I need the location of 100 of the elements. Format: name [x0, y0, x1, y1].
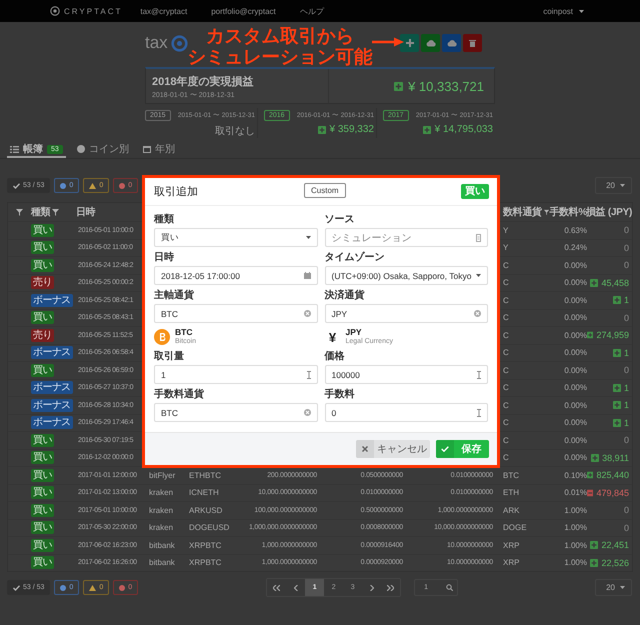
- type-badge: 買い: [31, 504, 54, 517]
- clear-icon[interactable]: [304, 310, 310, 317]
- cloud-icon: [446, 39, 456, 47]
- profit-amount: ¥ 359,332: [330, 124, 374, 135]
- table-cell: 0.00%: [564, 278, 587, 288]
- plus-icon: [612, 348, 621, 357]
- page-size-select[interactable]: 20: [595, 177, 632, 194]
- table-cell: 1.00%: [564, 540, 587, 550]
- field-label: 決済通貨: [324, 290, 366, 302]
- text-cursor-icon: [306, 370, 310, 378]
- trash-icon: [469, 39, 476, 47]
- field-label: 日時: [154, 252, 175, 264]
- error-icon: [119, 182, 126, 188]
- table-cell: BTC: [503, 470, 519, 480]
- input-field[interactable]: 買い: [154, 228, 318, 247]
- column-header: 数料通貨: [503, 206, 542, 219]
- field-label: 手数料通貨: [154, 389, 205, 401]
- annotation-text: シミュレーション可能: [188, 46, 372, 67]
- profit-amount: ¥ 10,333,721: [408, 78, 484, 94]
- mode-button[interactable]: Custom: [304, 183, 346, 198]
- filter-icon[interactable]: [16, 208, 23, 216]
- plus-icon: [590, 278, 598, 287]
- profit-amount: 取引なし: [215, 125, 255, 138]
- table-cell: 0.01%: [564, 488, 587, 498]
- table-cell: C: [503, 278, 509, 288]
- table-cell: DOGEUSD: [189, 523, 230, 532]
- cancel-button[interactable]: キャンセル: [356, 440, 430, 458]
- filter-icon[interactable]: [52, 208, 60, 216]
- table-cell: 0: [624, 435, 629, 446]
- plus-icon: [612, 401, 621, 410]
- input-field[interactable]: 1: [154, 365, 318, 384]
- table-cell: C: [503, 296, 509, 305]
- calendar-icon: [304, 272, 310, 279]
- table-cell: 0.00%: [564, 400, 587, 410]
- nav-link[interactable]: tax@cryptact: [140, 6, 188, 16]
- table-cell: 1: [624, 348, 629, 358]
- table-cell: 22,526: [601, 558, 629, 568]
- plus-icon: [591, 454, 600, 462]
- input-field[interactable]: BTC: [154, 304, 318, 323]
- type-badge: 買い: [31, 364, 54, 377]
- search-icon[interactable]: [446, 584, 454, 591]
- table-cell: 1: [624, 400, 629, 410]
- type-badge: ボーナス: [31, 346, 73, 360]
- dialog-title: 取引追加: [154, 185, 198, 199]
- warning-icon: [89, 182, 96, 188]
- column-header: 損益 (JPY): [586, 206, 632, 219]
- table-cell: Y: [503, 243, 508, 252]
- input-field[interactable]: BTC: [154, 403, 318, 422]
- cloud-icon: [426, 39, 436, 47]
- check-icon: [13, 182, 20, 188]
- table-cell: 0: [624, 505, 629, 516]
- chevron-icon: [370, 584, 374, 590]
- table-cell: kraken: [149, 506, 174, 515]
- field-label: 種類: [154, 214, 175, 226]
- plus-icon: [590, 541, 598, 550]
- nav-link[interactable]: ヘルプ: [300, 6, 324, 16]
- input-field[interactable]: シミュレーション: [324, 228, 488, 247]
- table-cell: 1.00%: [564, 523, 587, 532]
- filter-icon[interactable]: [544, 208, 549, 216]
- table-cell: 0.00%: [564, 366, 587, 375]
- table-cell: DOGE: [503, 523, 527, 532]
- table-cell: C: [503, 313, 509, 322]
- type-badge: 買い: [31, 468, 54, 482]
- info-icon: [60, 584, 66, 590]
- input-field[interactable]: (UTC+09:00) Osaka, Sapporo, Tokyo: [324, 266, 488, 285]
- download-button[interactable]: [421, 34, 440, 52]
- type-badge: 買い: [31, 311, 54, 324]
- table-cell: 0.00%: [564, 418, 587, 428]
- profit-amount: ¥ 14,795,033: [434, 124, 493, 135]
- plus-icon: [406, 39, 414, 47]
- table-cell: 38,911: [602, 452, 629, 463]
- logo-text: tax: [145, 33, 168, 53]
- upload-button[interactable]: [442, 34, 461, 52]
- table-cell: ICNETH: [189, 488, 219, 498]
- delete-button[interactable]: [463, 34, 482, 52]
- table-cell: XRP: [503, 558, 520, 568]
- input-field[interactable]: JPY: [324, 304, 488, 323]
- coin-icon: [76, 145, 85, 153]
- table-cell: XRPBTC: [189, 540, 222, 550]
- clear-icon[interactable]: [474, 310, 481, 317]
- currency-code: BTC: [175, 328, 194, 337]
- user-menu[interactable]: coinpost: [543, 6, 584, 16]
- table-cell: 1: [624, 418, 629, 428]
- nav-link[interactable]: portfolio@cryptact: [211, 6, 276, 16]
- add-button[interactable]: [400, 34, 419, 52]
- type-badge: 買い: [31, 224, 54, 237]
- field-label: 主軸通貨: [154, 290, 195, 302]
- table-cell: 0.24%: [564, 243, 587, 252]
- tab[interactable]: コイン別: [74, 142, 132, 158]
- tab[interactable]: 年別: [140, 142, 178, 158]
- close-icon: [362, 446, 368, 452]
- caret-icon: [620, 586, 625, 589]
- page-size-select[interactable]: 20: [595, 579, 632, 596]
- input-field[interactable]: 0: [324, 403, 488, 422]
- table-cell: 1.00%: [564, 506, 587, 515]
- table-cell: 1.00%: [564, 558, 587, 568]
- input-field[interactable]: 100000: [324, 365, 488, 384]
- input-field[interactable]: 2018-12-05 17:00:00: [154, 266, 318, 285]
- clear-icon[interactable]: [304, 409, 310, 416]
- field-label: 取引量: [154, 351, 185, 363]
